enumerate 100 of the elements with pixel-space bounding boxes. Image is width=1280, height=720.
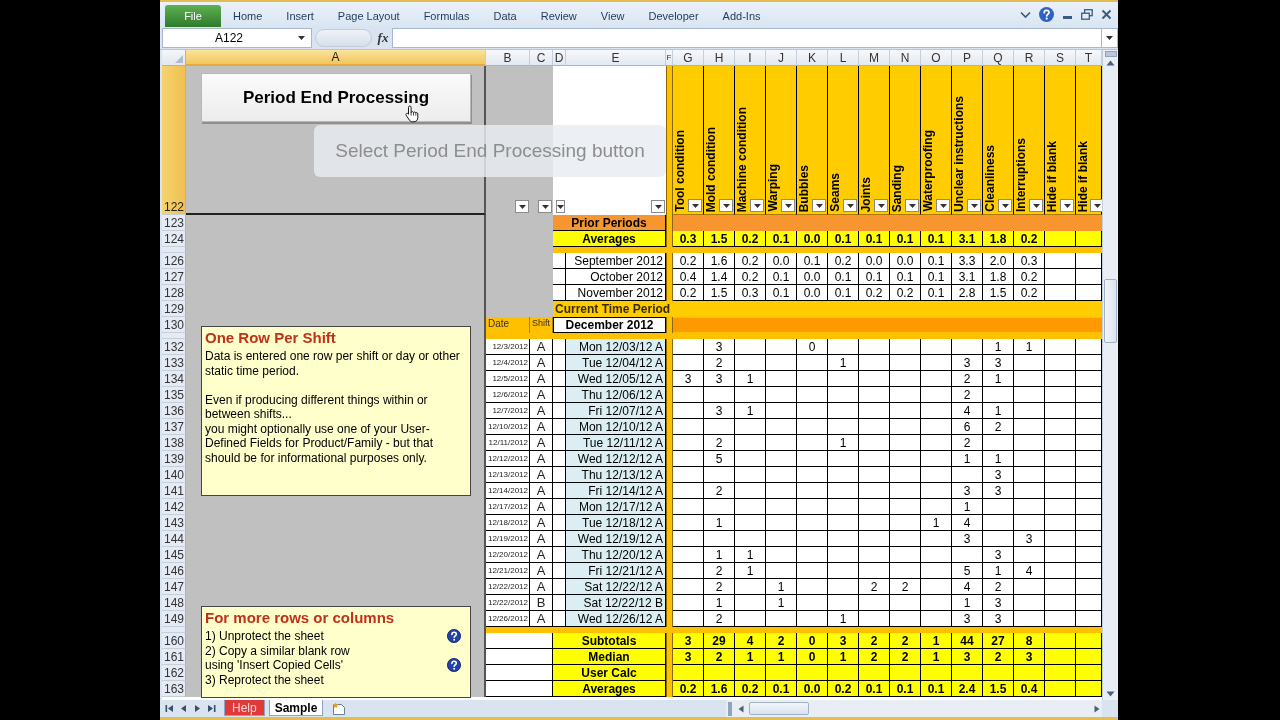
ribbon-tab[interactable]: Formulas — [411, 5, 482, 27]
scrollbar-thumb[interactable] — [1104, 279, 1117, 343]
row-header[interactable]: 122 — [162, 66, 186, 215]
filter-button[interactable] — [651, 200, 665, 213]
triangle-left-icon[interactable] — [179, 704, 188, 713]
filter-button[interactable] — [1060, 199, 1074, 212]
column-header[interactable]: I — [735, 50, 766, 66]
row-header[interactable]: 124 — [162, 231, 186, 247]
column-header[interactable]: A — [186, 50, 486, 66]
column-header[interactable]: G — [673, 50, 704, 66]
row-header[interactable]: 135 — [162, 387, 186, 403]
filter-button[interactable] — [843, 199, 857, 212]
column-header[interactable]: S — [1045, 50, 1076, 66]
filter-button[interactable] — [812, 199, 826, 212]
column-header[interactable]: O — [921, 50, 952, 66]
close-icon[interactable] — [1101, 9, 1112, 20]
filter-button[interactable] — [515, 200, 529, 213]
column-header[interactable]: N — [890, 50, 921, 66]
splitter-handle[interactable] — [1104, 51, 1117, 57]
row-header[interactable]: 144 — [162, 531, 186, 547]
expand-formula-button[interactable] — [1102, 27, 1118, 48]
row-header[interactable]: 137 — [162, 419, 186, 435]
help-icon[interactable] — [447, 658, 461, 673]
file-tab[interactable]: File — [165, 5, 221, 27]
filter-button[interactable] — [874, 199, 888, 212]
filter-button[interactable] — [688, 199, 702, 212]
row-header[interactable]: 140 — [162, 467, 186, 483]
row-header[interactable]: 133 — [162, 355, 186, 371]
row-header[interactable]: 134 — [162, 371, 186, 387]
column-header[interactable]: Q — [983, 50, 1014, 66]
ribbon-tab[interactable]: Developer — [636, 5, 711, 27]
row-header[interactable]: 148 — [162, 595, 186, 611]
column-header[interactable]: M — [859, 50, 890, 66]
ribbon-tab[interactable]: Insert — [274, 5, 326, 27]
filter-button[interactable] — [998, 199, 1012, 212]
filter-button[interactable] — [967, 199, 981, 212]
sheet-tab[interactable]: Sample — [268, 700, 324, 716]
restore-icon[interactable] — [1081, 9, 1093, 20]
column-header[interactable]: H — [704, 50, 735, 66]
column-header[interactable]: P — [952, 50, 983, 66]
filter-button[interactable] — [556, 200, 565, 213]
row-header[interactable]: 163 — [162, 681, 186, 697]
filter-button[interactable] — [719, 199, 733, 212]
column-header[interactable]: C — [530, 50, 553, 66]
name-box[interactable]: A122 — [162, 27, 312, 48]
help-icon[interactable] — [1039, 7, 1054, 22]
filter-button[interactable] — [905, 199, 919, 212]
row-header[interactable]: 161 — [162, 649, 186, 665]
ribbon-tab[interactable]: Home — [221, 5, 275, 27]
right-arrow-icon[interactable] — [1092, 703, 1102, 714]
filter-button[interactable] — [781, 199, 795, 212]
row-header[interactable]: 127 — [162, 269, 186, 285]
row-header[interactable]: 129 — [162, 301, 186, 317]
column-header[interactable]: T — [1076, 50, 1102, 66]
row-header[interactable]: 128 — [162, 285, 186, 301]
triangle-right-icon[interactable] — [193, 704, 202, 713]
row-header[interactable]: 139 — [162, 451, 186, 467]
period-end-button[interactable]: Period End Processing — [201, 73, 471, 122]
row-header[interactable]: 147 — [162, 579, 186, 595]
filter-button[interactable] — [936, 199, 950, 212]
splitter-handle[interactable] — [728, 701, 732, 716]
column-header[interactable]: R — [1014, 50, 1045, 66]
row-header[interactable]: 160 — [162, 633, 186, 649]
skip-forward-icon[interactable] — [207, 704, 216, 713]
ribbon-tab[interactable]: Page Layout — [325, 5, 412, 27]
help-icon[interactable] — [447, 629, 461, 644]
row-header[interactable]: 130 — [162, 317, 186, 333]
row-header[interactable]: 143 — [162, 515, 186, 531]
column-header[interactable]: B — [486, 50, 530, 66]
row-header[interactable]: 162 — [162, 665, 186, 681]
formula-input[interactable] — [392, 27, 1102, 48]
filter-button[interactable] — [1090, 199, 1102, 212]
filter-button[interactable] — [538, 200, 552, 213]
row-header[interactable]: 146 — [162, 563, 186, 579]
row-header[interactable]: 123 — [162, 215, 186, 231]
ribbon-tab[interactable]: Review — [528, 5, 589, 27]
column-header[interactable]: E — [566, 50, 666, 66]
row-header[interactable]: 149 — [162, 611, 186, 627]
ribbon-tab[interactable]: Add-Ins — [710, 5, 773, 27]
left-arrow-icon[interactable] — [736, 703, 746, 714]
ribbon-tab[interactable]: View — [588, 5, 637, 27]
row-header[interactable]: 132 — [162, 339, 186, 355]
skip-back-icon[interactable] — [165, 704, 174, 713]
chevron-icon[interactable] — [1020, 10, 1031, 19]
filter-button[interactable] — [1029, 199, 1043, 212]
ribbon-tab[interactable]: Data — [481, 5, 529, 27]
row-header[interactable]: 141 — [162, 483, 186, 499]
row-header[interactable]: 126 — [162, 253, 186, 269]
row-header[interactable]: 145 — [162, 547, 186, 563]
row-header[interactable]: 138 — [162, 435, 186, 451]
row-header[interactable]: 136 — [162, 403, 186, 419]
column-header[interactable]: L — [828, 50, 859, 66]
caret-icon[interactable] — [298, 35, 305, 40]
column-header[interactable]: K — [797, 50, 828, 66]
insert-function-button[interactable]: fx — [376, 27, 390, 48]
column-header[interactable]: D — [553, 50, 566, 66]
row-header[interactable]: 142 — [162, 499, 186, 515]
scrollbar-thumb[interactable] — [749, 702, 809, 715]
filter-button[interactable] — [750, 199, 764, 212]
new-sheet-icon[interactable] — [331, 702, 348, 715]
